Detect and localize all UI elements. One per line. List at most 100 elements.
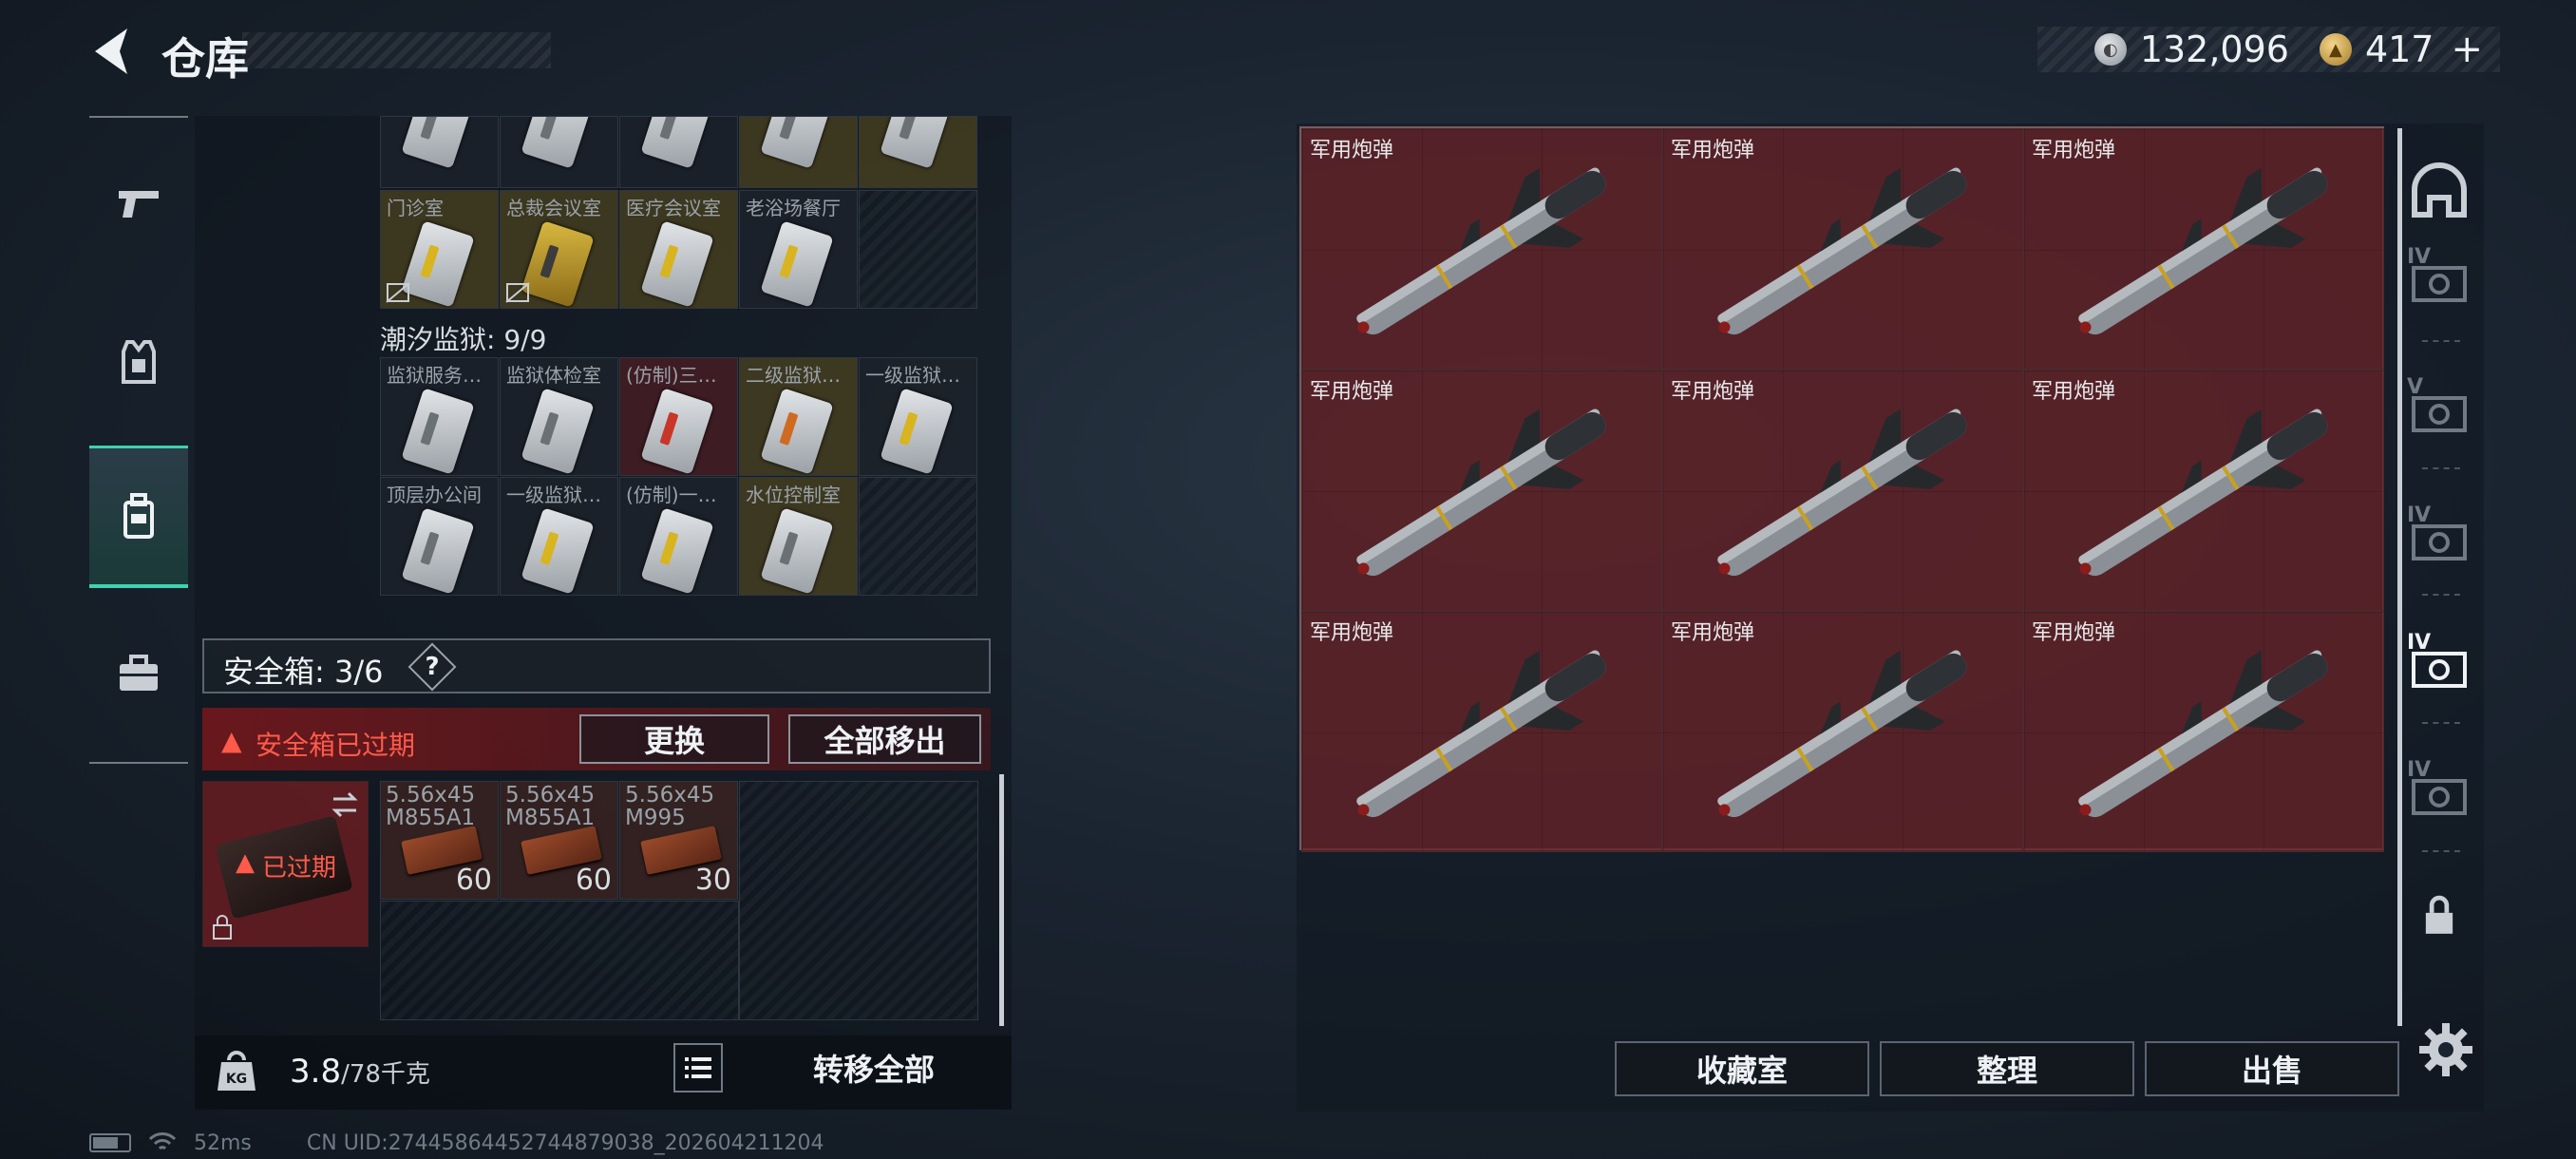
ping-text: 52ms (194, 1130, 252, 1155)
empty-slot[interactable] (380, 901, 739, 1020)
empty-slot[interactable] (859, 190, 977, 309)
key-case-icon (2412, 396, 2467, 432)
uid-text: CN UID:274458644527448790​38_20260421120… (306, 1130, 824, 1155)
title-stripe (242, 32, 551, 68)
nav-item-toolbox[interactable] (89, 602, 188, 745)
svg-text:KG: KG (226, 1072, 247, 1087)
nav-item-backpack[interactable] (89, 446, 188, 588)
key-slot[interactable] (619, 116, 738, 188)
key-item[interactable]: 一级监狱… (500, 477, 618, 596)
section-title: 潮汐监狱: 9/9 (380, 324, 547, 355)
weight-max: /78千克 (341, 1060, 430, 1089)
key-item[interactable]: 门诊室 (380, 190, 499, 309)
ammo-label: 5.56x45 M855A1 (386, 783, 476, 830)
key-label: 顶层办公间 (387, 484, 482, 506)
tier-tab[interactable]: IV (2407, 504, 2472, 568)
key-item[interactable]: 水位控制室 (739, 477, 858, 596)
ammo-count: 60 (455, 864, 492, 897)
key-item[interactable]: (仿制)一… (619, 477, 738, 596)
ammo-item[interactable]: 5.56x45 M855A1 60 (380, 781, 499, 900)
empty-slot[interactable] (859, 477, 977, 596)
stash-home-icon[interactable] (2407, 162, 2472, 226)
inventory-scrollbar[interactable] (999, 774, 1004, 1026)
missile-icon (1717, 167, 1967, 335)
help-icon: ? (425, 653, 440, 681)
key-label: 水位控制室 (746, 484, 841, 506)
key-label: (仿制)三… (626, 364, 717, 387)
nav-item-weapons[interactable] (89, 131, 188, 274)
key-slot[interactable] (859, 116, 977, 188)
stash-item[interactable]: 军用炮弹 (2023, 370, 2384, 611)
warning-icon: ▲ (236, 848, 255, 877)
ammo-item[interactable]: 5.56x45 M995 30 (619, 781, 738, 900)
swap-icon (331, 791, 358, 818)
replace-button[interactable]: 更换 (579, 714, 769, 764)
transfer-all-button[interactable]: 转移全部 (746, 1043, 1002, 1092)
silver-coin-value: 132,096 (2139, 28, 2289, 70)
top-bar: 仓库 ◐ 132,096 ▲ 417 + (0, 0, 2576, 104)
sell-button[interactable]: 出售 (2145, 1041, 2399, 1096)
expired-badge: 已过期 (262, 854, 337, 883)
key-label: (仿制)一… (626, 484, 717, 506)
list-icon (685, 1057, 711, 1078)
key-item[interactable]: 医疗会议室 (619, 190, 738, 309)
key-label: 一级监狱… (506, 484, 601, 506)
lock-icon[interactable] (2420, 895, 2458, 937)
ammo-item[interactable]: 5.56x45 M855A1 60 (500, 781, 618, 900)
stash-item[interactable]: 军用炮弹 (1301, 128, 1662, 370)
weight-icon: KG (218, 1051, 256, 1091)
sort-button[interactable]: 整理 (1880, 1041, 2134, 1096)
stash-item[interactable]: 军用炮弹 (2023, 128, 2384, 370)
status-bar: 52ms CN UID:274458644527448790​38_202604… (89, 1129, 824, 1157)
stash-item[interactable]: 军用炮弹 (1662, 611, 2023, 852)
stash-item[interactable]: 军用炮弹 (2023, 611, 2384, 852)
key-item[interactable]: 老浴场餐厅 (739, 190, 858, 309)
left-nav (89, 116, 188, 764)
key-item[interactable]: 监狱服务… (380, 357, 499, 476)
missile-icon (1356, 408, 1606, 577)
move-all-button[interactable]: 全部移出 (788, 714, 981, 764)
tier-tab-active[interactable]: IV (2407, 631, 2472, 695)
battery-icon (89, 1133, 131, 1152)
key-item[interactable]: 总裁会议室 (500, 190, 618, 309)
ammo-label: 5.56x45 M995 (625, 783, 715, 830)
add-currency-button[interactable]: + (2451, 28, 2483, 71)
help-button[interactable]: ? (407, 642, 457, 692)
tier-tab[interactable]: IV (2407, 245, 2472, 310)
key-item[interactable]: (仿制)三… (619, 357, 738, 476)
warning-icon: ▲ (221, 725, 242, 756)
key-label: 监狱体检室 (506, 364, 601, 387)
stash-tabs: IV V IV IV IV (2394, 124, 2484, 1036)
expired-warning-text: 安全箱已过期 (256, 730, 416, 761)
gold-coin-icon: ▲ (2319, 33, 2352, 66)
missile-icon (1356, 167, 1606, 335)
nav-item-armor[interactable] (89, 291, 188, 433)
missile-icon (1356, 650, 1606, 818)
stash-item[interactable]: 军用炮弹 (1301, 370, 1662, 611)
no-carry-icon (505, 282, 530, 303)
missile-icon (1717, 408, 1967, 577)
safebox-slot[interactable]: ▲ 已过期 (202, 781, 369, 947)
empty-slot[interactable] (739, 781, 978, 1020)
key-slot[interactable] (380, 116, 499, 188)
stash-item[interactable]: 军用炮弹 (1301, 611, 1662, 852)
key-item[interactable]: 二级监狱… (739, 357, 858, 476)
stash-item[interactable]: 军用炮弹 (1662, 128, 2023, 370)
key-slot[interactable] (739, 116, 858, 188)
tier-tab[interactable]: IV (2407, 758, 2472, 823)
key-label: 门诊室 (387, 197, 444, 219)
back-arrow-icon[interactable] (85, 23, 137, 80)
key-item[interactable]: 监狱体检室 (500, 357, 618, 476)
collection-room-button[interactable]: 收藏室 (1615, 1041, 1869, 1096)
tier-tab[interactable]: V (2407, 375, 2472, 440)
stash-item[interactable]: 军用炮弹 (1662, 370, 2023, 611)
key-slot[interactable] (500, 116, 618, 188)
settings-gear-icon[interactable] (2417, 1021, 2474, 1078)
safebox-bar: 安全箱: 3/6 ? (202, 638, 991, 694)
missile-icon (1717, 650, 1967, 818)
vest-icon (122, 340, 156, 384)
list-view-button[interactable] (673, 1043, 723, 1092)
key-item[interactable]: 一级监狱… (859, 357, 977, 476)
key-item[interactable]: 顶层办公间 (380, 477, 499, 596)
stash-grid: 军用炮弹 军用炮弹 军用炮弹 军用炮弹 军用炮弹 军用炮弹 军用炮弹 军用炮弹 军用炮弹 (1299, 126, 2384, 852)
